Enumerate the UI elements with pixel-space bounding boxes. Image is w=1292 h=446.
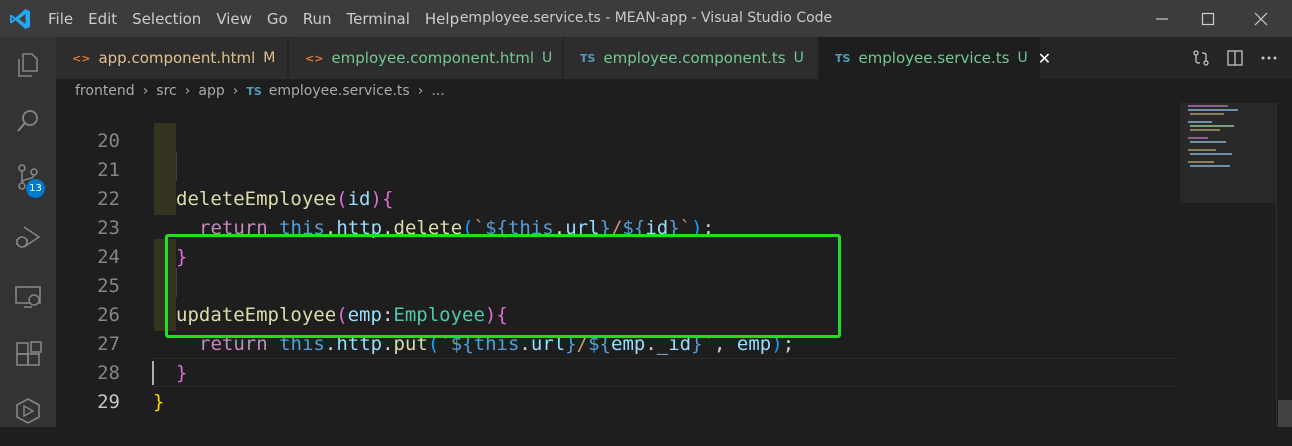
code-line: 22 return this.http.delete(`${this.url}/… bbox=[56, 156, 1176, 239]
tab-employee-component-html[interactable]: <> employee.component.html U bbox=[289, 37, 563, 79]
compare-changes-icon bbox=[1193, 50, 1209, 66]
code-line: 21 deleteEmployee(id){ bbox=[56, 127, 1176, 210]
split-editor-icon bbox=[1227, 50, 1243, 66]
code-text: } bbox=[153, 388, 164, 417]
editor-actions bbox=[1184, 37, 1286, 79]
vertical-scrollbar[interactable] bbox=[1276, 103, 1292, 427]
tab-label: employee.component.ts bbox=[603, 49, 786, 67]
minimap[interactable] bbox=[1180, 103, 1276, 203]
code-editor[interactable]: 20 21 deleteEmployee(id){ 22 return this… bbox=[56, 103, 1292, 427]
activity-remote[interactable] bbox=[0, 383, 56, 439]
scrollbar-thumb[interactable] bbox=[1278, 400, 1292, 427]
breadcrumb-symbol[interactable]: ... bbox=[431, 83, 444, 99]
tab-employee-component-ts[interactable]: TS employee.component.ts U bbox=[564, 37, 818, 79]
minimap-line bbox=[1188, 121, 1212, 123]
minimap-line bbox=[1188, 149, 1216, 151]
menu-selection[interactable]: Selection bbox=[132, 10, 201, 28]
explorer-icon bbox=[18, 53, 38, 77]
search-icon bbox=[17, 110, 38, 132]
close-window-button[interactable] bbox=[1238, 0, 1284, 37]
minimap-line bbox=[1190, 113, 1224, 115]
tab-employee-service-ts[interactable]: TS employee.service.ts U ✕ bbox=[819, 37, 1051, 79]
tab-label: employee.component.html bbox=[331, 49, 535, 67]
menu-bar: File Edit Selection View Go Run Terminal… bbox=[48, 0, 474, 37]
menu-go[interactable]: Go bbox=[267, 10, 288, 28]
activity-run-debug[interactable] bbox=[0, 209, 56, 265]
menu-view[interactable]: View bbox=[216, 10, 252, 28]
typescript-file-icon: TS bbox=[580, 51, 596, 65]
maximize-button[interactable] bbox=[1185, 0, 1231, 37]
minimap-line bbox=[1190, 129, 1220, 131]
code-line: 29 bbox=[56, 359, 1176, 413]
minimap-line bbox=[1190, 153, 1232, 155]
brace: } bbox=[153, 391, 165, 413]
close-icon bbox=[1254, 12, 1268, 25]
minimap-line bbox=[1190, 141, 1226, 143]
line-number: 29 bbox=[97, 391, 120, 413]
chevron-right-icon: › bbox=[142, 83, 149, 99]
activity-explorer[interactable] bbox=[0, 37, 56, 93]
menu-edit[interactable]: Edit bbox=[88, 10, 117, 28]
minimize-icon bbox=[1156, 17, 1168, 20]
minimap-line bbox=[1188, 161, 1214, 163]
remote-icon bbox=[16, 398, 40, 424]
menu-terminal[interactable]: Terminal bbox=[347, 10, 410, 28]
source-control-badge: 13 bbox=[26, 179, 45, 198]
remote-explorer-icon bbox=[15, 286, 41, 308]
menu-run[interactable]: Run bbox=[303, 10, 332, 28]
text-cursor bbox=[152, 361, 154, 385]
more-actions-button[interactable] bbox=[1252, 49, 1286, 67]
chevron-right-icon: › bbox=[417, 83, 424, 99]
menu-help[interactable]: Help bbox=[425, 10, 459, 28]
typescript-file-icon: TS bbox=[835, 51, 851, 65]
activity-bar: 13 bbox=[0, 37, 56, 427]
chevron-right-icon: › bbox=[184, 83, 191, 99]
extensions-icon bbox=[16, 341, 42, 366]
breadcrumb-src[interactable]: src bbox=[156, 83, 176, 99]
typescript-file-icon: TS bbox=[246, 84, 262, 98]
chevron-right-icon: › bbox=[232, 83, 239, 99]
breadcrumb-file[interactable]: employee.service.ts bbox=[269, 83, 410, 99]
code-line: 20 bbox=[56, 98, 1176, 152]
minimap-line bbox=[1190, 125, 1234, 127]
breadcrumb-frontend[interactable]: frontend bbox=[75, 83, 135, 99]
maximize-icon bbox=[1201, 12, 1215, 25]
title-bar: File Edit Selection View Go Run Terminal… bbox=[0, 0, 1292, 37]
tab-bar: <> app.component.html M <> employee.comp… bbox=[56, 37, 1292, 79]
breadcrumb-app[interactable]: app bbox=[198, 83, 224, 99]
minimap-line bbox=[1188, 137, 1208, 139]
highlight-annotation-box bbox=[165, 234, 841, 338]
html-file-icon: <> bbox=[305, 51, 324, 65]
open-changes-button[interactable] bbox=[1184, 49, 1218, 67]
tab-app-component-html[interactable]: <> app.component.html M bbox=[56, 37, 288, 79]
tab-git-status: M bbox=[263, 50, 276, 66]
activity-source-control[interactable] bbox=[0, 149, 56, 205]
vscode-logo-icon bbox=[10, 9, 30, 29]
activity-remote-explorer[interactable] bbox=[0, 269, 56, 325]
menu-file[interactable]: File bbox=[48, 10, 73, 28]
split-editor-button[interactable] bbox=[1218, 49, 1252, 67]
minimap-line bbox=[1188, 109, 1238, 111]
minimize-button[interactable] bbox=[1139, 0, 1185, 37]
minimap-line bbox=[1190, 165, 1230, 167]
close-tab-icon[interactable]: ✕ bbox=[1038, 49, 1051, 68]
tab-label: app.component.html bbox=[98, 49, 256, 67]
tab-git-status: U bbox=[1017, 50, 1028, 66]
tab-git-status: U bbox=[542, 50, 553, 66]
tab-label: employee.service.ts bbox=[858, 49, 1010, 67]
html-file-icon: <> bbox=[72, 51, 91, 65]
minimap-line bbox=[1188, 105, 1228, 107]
more-icon bbox=[1261, 56, 1277, 60]
code-line: 23 } bbox=[56, 185, 1176, 268]
tab-git-status: U bbox=[793, 50, 804, 66]
activity-extensions[interactable] bbox=[0, 327, 56, 383]
activity-search[interactable] bbox=[0, 93, 56, 149]
run-debug-icon bbox=[16, 226, 41, 248]
